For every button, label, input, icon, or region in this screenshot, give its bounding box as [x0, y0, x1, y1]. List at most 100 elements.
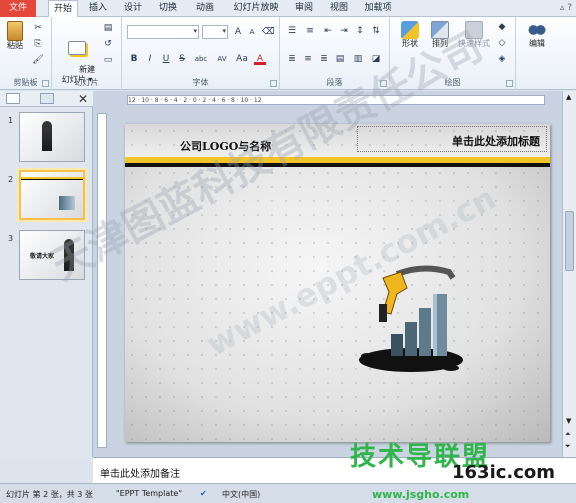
- clear-format-icon[interactable]: ⌫: [262, 26, 275, 38]
- binoculars-icon: [528, 21, 546, 39]
- smartart-icon[interactable]: ◪: [370, 53, 382, 65]
- title-placeholder[interactable]: 单击此处添加标题: [357, 126, 547, 152]
- tab-insert[interactable]: 插入: [83, 0, 113, 17]
- template-name-status[interactable]: "EPPT Template": [116, 489, 182, 498]
- language-status[interactable]: 中文(中国): [222, 489, 260, 500]
- paste-icon: [7, 21, 23, 41]
- arrange-button[interactable]: 排列: [426, 21, 454, 49]
- drawing-launcher-icon[interactable]: [506, 80, 513, 87]
- ribbon: 粘贴 ✂ ⎘ 🖌 剪贴板 新建 幻灯片 ▾ ▤ ↺ ▭ 幻灯片 ▾ ▾ A A …: [0, 17, 576, 90]
- fuel-hose: [395, 265, 456, 280]
- black-stripe: [125, 163, 550, 167]
- numbering-icon[interactable]: ≡: [304, 25, 316, 37]
- fuel-chart-graphic[interactable]: [353, 264, 483, 384]
- quick-styles-icon: [465, 21, 483, 39]
- align-right-icon[interactable]: ≣: [318, 53, 330, 65]
- line-spacing-icon[interactable]: ↕: [354, 25, 366, 37]
- reset-icon[interactable]: ↺: [102, 38, 114, 50]
- char-spacing-button[interactable]: AV: [214, 53, 230, 65]
- slide-thumbnail-3[interactable]: 敬请大家: [19, 230, 85, 280]
- align-left-icon[interactable]: ≣: [286, 53, 298, 65]
- panel-tab-bar: ✕: [0, 91, 93, 107]
- tab-transitions[interactable]: 切换: [153, 0, 183, 17]
- tab-design[interactable]: 设计: [118, 0, 148, 17]
- scroll-up-icon[interactable]: ▲: [566, 93, 571, 101]
- layout-icon[interactable]: ▤: [102, 22, 114, 34]
- shadow-button[interactable]: abc: [192, 53, 210, 65]
- close-icon[interactable]: ✕: [78, 91, 88, 107]
- font-launcher-icon[interactable]: [270, 80, 277, 87]
- scrollbar-thumb[interactable]: [565, 211, 574, 271]
- font-color-button[interactable]: A: [254, 53, 266, 65]
- new-slide-icon: [68, 41, 86, 55]
- bold-button[interactable]: B: [128, 53, 140, 65]
- help-icon[interactable]: ▵ ?: [560, 3, 572, 13]
- group-font: ▾ ▾ A A ⌫ B I U S abc AV Aa A 字体: [122, 17, 280, 90]
- notes-pane[interactable]: 单击此处添加备注: [93, 457, 576, 483]
- tab-file[interactable]: 文件: [0, 0, 36, 17]
- bullets-icon[interactable]: ☰: [286, 25, 298, 37]
- tab-view[interactable]: 视图: [324, 0, 354, 17]
- slide-number: 3: [8, 234, 14, 243]
- thumb-caption: 敬请大家: [30, 253, 55, 260]
- slide-count-status: 幻灯片 第 2 张，共 3 张: [6, 490, 93, 499]
- shrink-font-icon[interactable]: A: [246, 26, 258, 38]
- vertical-ruler[interactable]: [97, 113, 107, 448]
- text-direction-icon[interactable]: ⇅: [370, 25, 382, 37]
- shape-fill-icon[interactable]: ◆: [496, 21, 508, 33]
- tab-addins[interactable]: 加载项: [360, 0, 396, 17]
- shapes-label: 形状: [402, 39, 418, 48]
- tab-animations[interactable]: 动画: [188, 0, 222, 17]
- strikethrough-button[interactable]: S: [176, 53, 188, 65]
- justify-icon[interactable]: ▤: [334, 53, 346, 65]
- ribbon-tab-bar: 文件 开始 插入 设计 切换 动画 幻灯片放映 审阅 视图 加载项 ▵ ?: [0, 0, 576, 18]
- mini-chart-image: [59, 196, 75, 210]
- tab-slideshow[interactable]: 幻灯片放映: [228, 0, 284, 17]
- font-size-combo[interactable]: ▾: [202, 25, 228, 39]
- slide-thumbnail-1[interactable]: [19, 112, 85, 162]
- scroll-down-icon[interactable]: ▼: [566, 417, 571, 425]
- slide-number: 2: [8, 175, 14, 184]
- underline-button[interactable]: U: [160, 53, 172, 65]
- quick-styles-label: 快速样式: [458, 39, 490, 48]
- editing-button[interactable]: 编辑: [522, 21, 552, 49]
- shape-effects-icon[interactable]: ◈: [496, 53, 508, 65]
- slides-tab-icon[interactable]: [6, 93, 20, 104]
- previous-slide-icon[interactable]: ⏶: [565, 430, 571, 439]
- slide-canvas[interactable]: 公司LOGO与名称 单击此处添加标题: [125, 124, 550, 442]
- grow-font-icon[interactable]: A: [232, 26, 244, 38]
- align-center-icon[interactable]: ≡: [302, 53, 314, 65]
- clipboard-launcher-icon[interactable]: [42, 80, 49, 87]
- columns-icon[interactable]: ▥: [352, 53, 364, 65]
- spellcheck-icon[interactable]: ✔: [200, 489, 207, 498]
- quick-styles-button[interactable]: 快速样式: [456, 21, 492, 49]
- tab-review[interactable]: 审阅: [289, 0, 319, 17]
- shapes-button[interactable]: 形状: [396, 21, 424, 49]
- vertical-scrollbar[interactable]: ▲ ▼ ⏶ ⏷: [562, 91, 576, 457]
- title-placeholder-text: 单击此处添加标题: [452, 135, 540, 148]
- cut-icon[interactable]: ✂: [32, 22, 44, 34]
- tab-home[interactable]: 开始: [48, 0, 78, 18]
- paragraph-launcher-icon[interactable]: [380, 80, 387, 87]
- paste-button[interactable]: 粘贴: [4, 21, 26, 51]
- format-painter-icon[interactable]: 🖌: [32, 54, 44, 66]
- change-case-button[interactable]: Aa: [234, 53, 250, 65]
- logo-text[interactable]: 公司LOGO与名称: [180, 138, 271, 154]
- horizontal-ruler[interactable]: 12 · 10 · 8 · 6 · 4 · 2 · 0 · 2 · 4 · 6 …: [127, 95, 545, 105]
- increase-indent-icon[interactable]: ⇥: [338, 25, 350, 37]
- font-name-combo[interactable]: ▾: [127, 25, 199, 39]
- slide-thumbnail-2[interactable]: [19, 170, 85, 220]
- group-clipboard: 粘贴 ✂ ⎘ 🖌 剪贴板: [0, 17, 52, 90]
- slide-number: 1: [8, 116, 14, 125]
- presenter-image: [42, 121, 52, 151]
- slide-editor: 12 · 10 · 8 · 6 · 4 · 2 · 0 · 2 · 4 · 6 …: [93, 91, 576, 457]
- outline-tab-icon[interactable]: [40, 93, 54, 104]
- copy-icon[interactable]: ⎘: [32, 38, 44, 50]
- italic-button[interactable]: I: [144, 53, 156, 65]
- section-icon[interactable]: ▭: [102, 54, 114, 66]
- grid-overlay: [125, 124, 550, 442]
- shape-outline-icon[interactable]: ◇: [496, 37, 508, 49]
- next-slide-icon[interactable]: ⏷: [565, 442, 571, 451]
- editing-label: 编辑: [529, 39, 545, 48]
- decrease-indent-icon[interactable]: ⇤: [322, 25, 334, 37]
